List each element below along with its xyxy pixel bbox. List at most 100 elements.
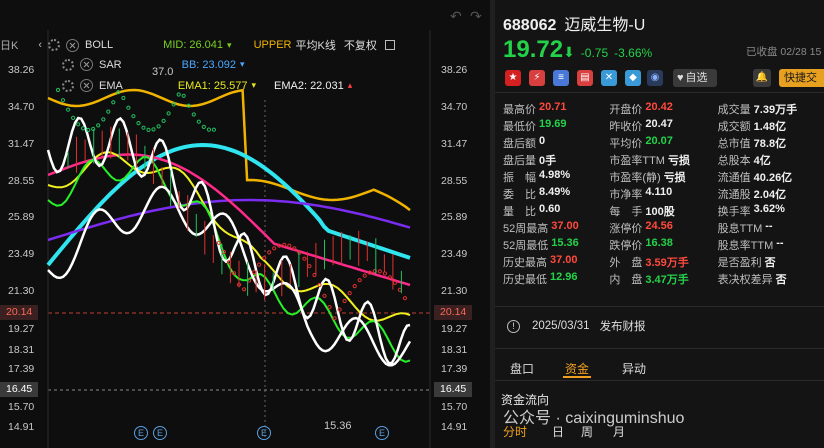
quote-cell-value: 37.00 (550, 254, 578, 266)
boll-close-icon[interactable] (66, 38, 80, 52)
quote-cell-value: 4.110 (645, 186, 673, 198)
sar-dot (86, 127, 91, 133)
quote-cell: 历史最高 37.00 (503, 254, 609, 271)
stock-code: 688062 (503, 17, 557, 34)
sar-dot (66, 107, 71, 112)
quote-cell-label: 振 幅 (503, 172, 536, 184)
sar-dot (267, 250, 272, 255)
last-price: 19.72 (503, 36, 564, 63)
add-watchlist-button[interactable]: ♥ 自选 (673, 69, 717, 87)
info-icon: ! (507, 319, 520, 333)
quote-cell-label: 成交额 (717, 121, 751, 133)
quote-cell: 总市值 78.8亿 (718, 135, 824, 152)
avg-k-line-toggle[interactable]: 平均K线 (295, 37, 335, 53)
chart-menu-icon[interactable] (384, 40, 395, 50)
quote-cell: 52周最低 15.36 (503, 237, 609, 254)
quote-cell: 成交额 1.48亿 (718, 118, 824, 135)
quote-row: 委 比 8.49% 市净率 4.110 流通股 2.04亿 (503, 186, 824, 203)
eye-icon[interactable]: ◉ (647, 70, 663, 86)
event-badge-1[interactable]: E (134, 426, 148, 440)
quote-row: 量 比 0.60 每 手 100股 换手率 3.62% (503, 203, 824, 220)
bb-value: 23.092 (202, 58, 237, 71)
quote-cell-value: 0手 (539, 155, 557, 167)
ema2-dropdown-icon[interactable]: ▴ (348, 80, 353, 91)
sar-dot (347, 291, 352, 296)
tag-icon[interactable]: ◆ (625, 70, 641, 86)
quote-cell-value: 4.98% (539, 169, 571, 181)
quote-cell-label: 52周最低 (503, 240, 549, 252)
kline-chart-pane[interactable]: 日K ‹ BOLL MID: 26.041 ▾ UPPER 平均K线 不复权 S… (0, 0, 490, 448)
sar-settings-icon[interactable] (62, 58, 74, 71)
current-price-tag-left: 20.14 (0, 305, 39, 320)
event-notice[interactable]: ! 2025/03/31 发布财报 (507, 318, 646, 334)
quote-cell-value: -- (776, 237, 784, 249)
indicator-row-boll: 日K ‹ BOLL MID: 26.041 ▾ UPPER 平均K线 不复权 (0, 37, 395, 53)
stock-name: 迈威生物-U (564, 17, 646, 34)
quote-row: 历史最低 12.96 内 盘 3.47万手 表决权差异否 (503, 271, 824, 288)
bell-icon[interactable]: 🔔 (753, 69, 771, 87)
quote-cell: 外 盘 3.59万手 (609, 254, 717, 271)
tab-movement[interactable]: 异动 (622, 360, 646, 377)
tab-order-book[interactable]: 盘口 (510, 360, 534, 377)
quote-cell: 盘后额 0 (503, 135, 609, 152)
margin-trading-icon[interactable]: ⚡ (529, 70, 545, 86)
left-axis-tick: 31.47 (8, 138, 35, 150)
quote-cell-value: 3.62% (753, 203, 785, 215)
quote-cell-value: 0.60 (539, 203, 561, 215)
sar-dot (60, 98, 66, 103)
quote-cell: 振 幅 4.98% (503, 169, 609, 186)
boll-label: BOLL (85, 39, 114, 51)
bb-dropdown-icon[interactable]: ▾ (240, 59, 245, 70)
quote-cell-value: 37.00 (551, 220, 579, 232)
chart-type-icon[interactable]: ▤ (577, 70, 593, 86)
current-price-tag-right: 20.14 (434, 305, 473, 320)
sar-dot (156, 124, 161, 129)
sar-dot (151, 127, 156, 132)
sar-dot (377, 269, 382, 274)
boll-settings-icon[interactable] (48, 39, 61, 51)
quote-cell-label: 跌停价 (609, 240, 643, 252)
back-arrow-icon[interactable]: ↶ (450, 8, 462, 25)
database-icon[interactable]: ≡ (553, 70, 569, 86)
sar-dot (362, 273, 367, 278)
quote-cell-label: 成交量 (717, 104, 751, 116)
right-axis-tick: 14.91 (441, 421, 468, 433)
sar-dot (176, 92, 181, 97)
quote-cell: 跌停价 16.38 (609, 237, 717, 254)
sar-dot (71, 115, 76, 121)
sar-dot (322, 293, 327, 298)
collapse-left-icon[interactable]: ‹ (38, 39, 42, 51)
price-change: -0.75 (580, 46, 609, 60)
event-date: 2025/03/31 (532, 320, 590, 332)
no-adjust-toggle[interactable]: 不复权 (344, 37, 377, 53)
sar-close-icon[interactable] (80, 58, 93, 71)
sar-dot (166, 111, 171, 116)
quote-cell-label: 最低价 (503, 121, 536, 133)
ema-settings-icon[interactable] (62, 79, 74, 92)
quote-cell-value: 否 (764, 257, 776, 269)
ema1-dropdown-icon[interactable]: ▾ (252, 80, 257, 91)
quote-row: 最高价 20.71 开盘价 20.42 成交量 7.39万手 (503, 101, 824, 118)
mid-value: 26.041 (189, 39, 224, 51)
quote-cell-label: 盘后额 (503, 138, 536, 150)
sar-label: SAR (99, 58, 122, 71)
event-badge-4[interactable]: E (375, 426, 389, 440)
right-axis-tick: 21.30 (441, 285, 468, 297)
quote-cell-label: 是否盈利 (717, 257, 762, 269)
quote-cell: 流通值 40.26亿 (718, 169, 824, 186)
left-axis-tick: 14.91 (8, 421, 35, 433)
quick-trade-button[interactable]: 快捷交 (779, 69, 824, 87)
event-badge-3[interactable]: E (257, 426, 271, 440)
event-badge-2[interactable]: E (153, 426, 167, 440)
quote-cell-value: 24.56 (645, 220, 673, 232)
quote-cell-label: 市净率 (609, 189, 643, 201)
left-axis-tick: 21.30 (8, 285, 35, 297)
quote-cell-label: 流通值 (717, 172, 751, 184)
connect-icon[interactable]: ✕ (601, 70, 617, 86)
quote-cell-label: 外 盘 (609, 257, 643, 269)
tab-fund[interactable]: 资金 (565, 360, 589, 377)
ema-close-icon[interactable] (80, 79, 93, 92)
quote-panel: 688062 迈威生物-U ↶ ↷ 19.72 ⬇ -0.75 -3.66% 已… (450, 0, 824, 448)
forward-arrow-icon[interactable]: ↷ (470, 8, 482, 25)
mid-dropdown-icon[interactable]: ▾ (227, 40, 232, 51)
